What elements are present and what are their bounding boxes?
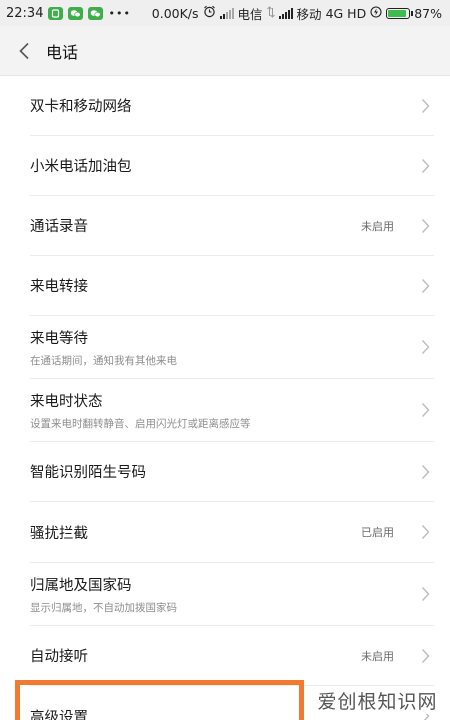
setting-description: 在通话期间，通知我有其他来电 [30, 354, 177, 367]
setting-label: 来电转接 [30, 279, 88, 295]
settings-list: 双卡和移动网络 小米电话加油包 通话录音 未启用 来电转接 来电等待 在通话期间… [0, 76, 450, 720]
setting-identify-unknown[interactable]: 智能识别陌生号码 [30, 442, 434, 502]
more-notifications-icon: ••• [108, 6, 131, 20]
wechat-icon-2 [88, 6, 104, 20]
charging-icon [370, 5, 382, 21]
chevron-right-icon [421, 278, 430, 293]
alarm-icon [203, 5, 216, 21]
setting-label: 双卡和移动网络 [30, 99, 132, 115]
chevron-right-icon [421, 587, 430, 601]
highlight-box [15, 680, 304, 720]
chevron-left-icon [19, 42, 29, 59]
setting-auto-answer[interactable]: 自动接听 未启用 [30, 626, 434, 686]
title-bar: 电话 [0, 26, 450, 76]
data-transfer-icon [266, 5, 275, 21]
setting-label: 小米电话加油包 [30, 159, 132, 175]
setting-status: 已启用 [361, 526, 394, 539]
back-button[interactable] [4, 26, 44, 76]
chevron-right-icon [421, 158, 430, 173]
setting-description: 设置来电时翻转静音、启用闪光灯或距离感应等 [30, 417, 251, 430]
wechat-icon [68, 6, 84, 20]
setting-label: 归属地及国家码 [30, 577, 132, 594]
chevron-right-icon [421, 525, 430, 539]
setting-location-country-code[interactable]: 归属地及国家码 显示归属地，不自动加拨国家码 [30, 563, 434, 626]
setting-label: 智能识别陌生号码 [30, 465, 146, 481]
watermark: 爱创根知识网 [310, 686, 445, 714]
carrier-1: 电信 [237, 6, 263, 22]
setting-call-waiting[interactable]: 来电等待 在通话期间，通知我有其他来电 [30, 316, 434, 379]
signal-1-icon [219, 7, 234, 19]
notification-app-icon [48, 6, 64, 20]
setting-status: 未启用 [361, 219, 394, 233]
status-bar: 22:34 ••• 0.00K/s 电信 移动 4G HD 87% [0, 0, 450, 26]
setting-dual-sim[interactable]: 双卡和移动网络 [30, 76, 434, 136]
setting-label: 来电时状态 [30, 393, 103, 410]
setting-spam-block[interactable]: 骚扰拦截 已启用 [30, 502, 434, 563]
chevron-right-icon [421, 218, 430, 233]
setting-label: 来电等待 [30, 330, 88, 347]
setting-label: 通话录音 [30, 219, 88, 235]
network-type: 4G HD [325, 5, 367, 21]
setting-label: 骚扰拦截 [30, 525, 88, 542]
setting-description: 显示归属地，不自动加拨国家码 [30, 601, 177, 614]
chevron-right-icon [421, 403, 430, 417]
setting-label: 自动接听 [30, 649, 88, 665]
chevron-right-icon [421, 340, 430, 354]
battery-icon [386, 7, 414, 19]
carrier-2: 移动 [296, 6, 322, 22]
chevron-right-icon [421, 464, 430, 479]
signal-2-icon [278, 7, 293, 19]
page-title: 电话 [46, 42, 79, 62]
setting-call-forwarding[interactable]: 来电转接 [30, 256, 434, 316]
setting-call-recording[interactable]: 通话录音 未启用 [30, 196, 434, 256]
setting-status: 未启用 [361, 649, 394, 663]
chevron-right-icon [421, 648, 430, 663]
setting-incoming-call-state[interactable]: 来电时状态 设置来电时翻转静音、启用闪光灯或距离感应等 [30, 379, 434, 442]
chevron-right-icon [421, 98, 430, 113]
network-speed: 0.00K/s [151, 5, 199, 21]
status-time: 22:34 [6, 5, 44, 21]
battery-percent: 87% [414, 5, 442, 21]
setting-call-package[interactable]: 小米电话加油包 [30, 136, 434, 196]
